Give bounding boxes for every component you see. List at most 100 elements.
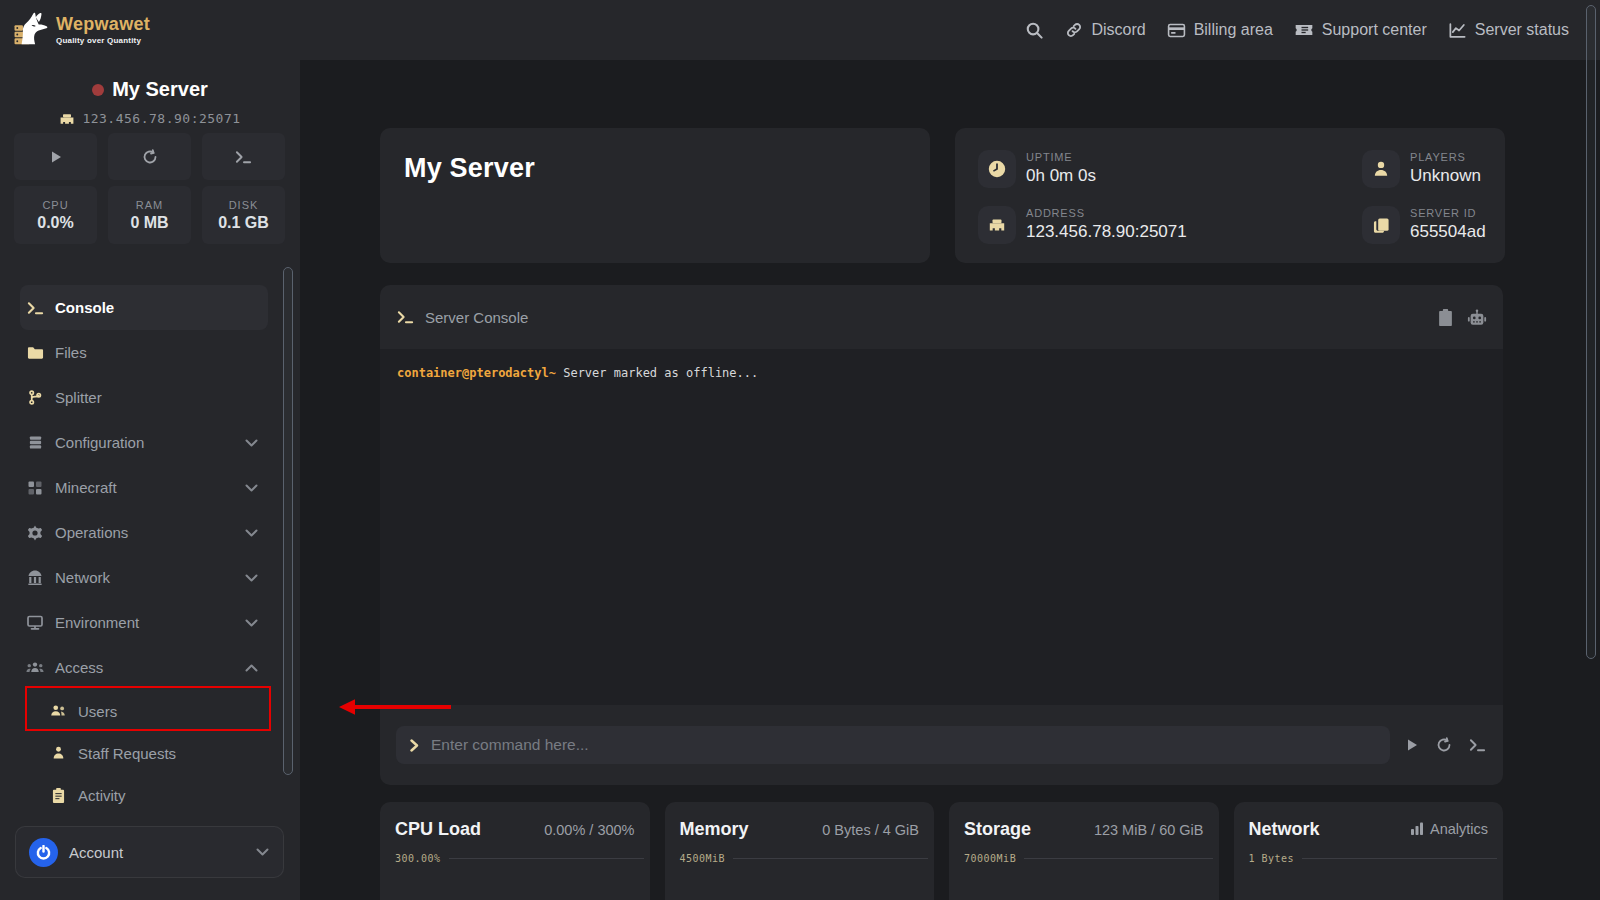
- play-icon: [49, 150, 63, 164]
- chevron-up-icon: [245, 664, 258, 672]
- page-scrollbar[interactable]: [1586, 5, 1596, 659]
- sidebar-item-environment[interactable]: Environment: [20, 600, 268, 645]
- resource-label: CPU: [42, 199, 68, 211]
- layers-icon: [26, 435, 44, 450]
- chart-title: CPU Load: [395, 819, 481, 840]
- monitor-icon: [26, 615, 44, 630]
- account-label: Account: [69, 844, 123, 861]
- command-input[interactable]: Enter command here...: [396, 726, 1390, 764]
- terminal-icon[interactable]: [1469, 738, 1486, 752]
- main-content: My Server UPTIME 0h 0m 0s PLAYERS Unkno: [300, 60, 1600, 900]
- axis-label: 4500MiB: [680, 853, 726, 864]
- sidebar-scrollbar[interactable]: [283, 267, 293, 775]
- gridline: [733, 858, 928, 859]
- console-log-message: Server marked as offline...: [556, 366, 758, 380]
- sidebar-item-label: Splitter: [55, 389, 102, 406]
- axis-label: 1 Bytes: [1249, 853, 1295, 864]
- restart-button[interactable]: [108, 133, 191, 180]
- sidebar-item-label: Configuration: [55, 434, 144, 451]
- info-value: Unknown: [1410, 166, 1481, 186]
- command-placeholder: Enter command here...: [431, 736, 589, 754]
- clock-icon: [978, 150, 1016, 188]
- console-footer: Enter command here...: [380, 705, 1503, 785]
- sidebar-item-minecraft[interactable]: Minecraft: [20, 465, 268, 510]
- sidebar-item-console[interactable]: Console: [20, 285, 268, 330]
- chart-title: Memory: [680, 819, 749, 840]
- resource-ram: RAM 0 MB: [108, 186, 191, 244]
- annotation-highlight-box: [25, 686, 271, 731]
- nav-server-status[interactable]: Server status: [1448, 21, 1569, 40]
- kill-console-button[interactable]: [202, 133, 285, 180]
- brand[interactable]: Wepwawet Quality over Quantity: [0, 7, 150, 53]
- sidebar-item-operations[interactable]: Operations: [20, 510, 268, 555]
- info-label: ADDRESS: [1026, 207, 1187, 219]
- gridline: [1302, 858, 1497, 859]
- console-log-prompt: container@pterodactyl~: [397, 366, 556, 380]
- start-button[interactable]: [14, 133, 97, 180]
- chevron-down-icon: [256, 848, 269, 856]
- sidebar-item-configuration[interactable]: Configuration: [20, 420, 268, 465]
- power-icon: [29, 838, 58, 867]
- terminal-icon: [26, 301, 44, 315]
- console-log[interactable]: container@pterodactyl~ Server marked as …: [380, 349, 1503, 705]
- resource-label: RAM: [136, 199, 163, 211]
- gridline: [449, 858, 644, 859]
- users-group-icon: [26, 661, 44, 675]
- copy-log-icon[interactable]: [1438, 309, 1453, 326]
- sidebar-menu: Console Files Splitter: [0, 285, 300, 816]
- info-address: ADDRESS 123.456.78.90:25071: [978, 206, 1187, 244]
- restart-icon: [142, 149, 158, 165]
- nav-label: Billing area: [1194, 21, 1273, 39]
- nav-support-center[interactable]: Support center: [1294, 20, 1427, 40]
- console-panel: Server Console: [380, 285, 1503, 785]
- gear-icon: [26, 525, 44, 541]
- chevron-down-icon: [245, 529, 258, 537]
- resource-cpu: CPU 0.0%: [14, 186, 97, 244]
- account-menu[interactable]: Account: [15, 826, 284, 878]
- sidebar-item-files[interactable]: Files: [20, 330, 268, 375]
- search-icon[interactable]: [1025, 21, 1044, 40]
- sidebar-item-staff-requests[interactable]: Staff Requests: [20, 732, 268, 774]
- sidebar-item-label: Console: [55, 299, 114, 316]
- chart-limit: 123 MiB / 60 GiB: [1094, 822, 1204, 838]
- nav-discord[interactable]: Discord: [1065, 21, 1145, 39]
- cube-icon: [26, 480, 44, 496]
- info-label: UPTIME: [1026, 151, 1096, 163]
- refresh-icon[interactable]: [1436, 737, 1452, 753]
- stat-charts: CPU Load 0.00% / 300% 300.00% Memory 0 B…: [380, 802, 1503, 900]
- chart-icon: [1448, 21, 1467, 40]
- resource-label: DISK: [229, 199, 259, 211]
- person-icon: [49, 746, 67, 760]
- folder-icon: [26, 346, 44, 360]
- sidebar-item-label: Operations: [55, 524, 128, 541]
- sidebar-item-label: Files: [55, 344, 87, 361]
- sidebar-item-activity[interactable]: Activity: [20, 774, 268, 816]
- server-info-card: UPTIME 0h 0m 0s PLAYERS Unknown: [955, 128, 1505, 263]
- chart-limit: 0.00% / 300%: [544, 822, 634, 838]
- server-name: My Server: [112, 78, 208, 101]
- axis-label: 70000MiB: [964, 853, 1016, 864]
- sidebar-item-splitter[interactable]: Splitter: [20, 375, 268, 420]
- sidebar-item-label: Environment: [55, 614, 139, 631]
- chevron-down-icon: [245, 484, 258, 492]
- nav-label: Server status: [1475, 21, 1569, 39]
- info-value: 655504ad: [1410, 222, 1486, 242]
- brand-tagline: Quality over Quantity: [56, 36, 150, 45]
- analytics-toggle[interactable]: Analytics: [1410, 821, 1488, 837]
- credit-card-icon: [1167, 21, 1186, 40]
- chevron-down-icon: [245, 574, 258, 582]
- sidebar-item-access[interactable]: Access: [20, 645, 268, 690]
- send-play-icon[interactable]: [1405, 738, 1419, 752]
- sidebar-item-network[interactable]: Network: [20, 555, 268, 600]
- bank-icon: [26, 570, 44, 585]
- chevron-down-icon: [245, 439, 258, 447]
- server-controls: [14, 133, 286, 180]
- chart-limit: 0 Bytes / 4 GiB: [822, 822, 919, 838]
- resource-value: 0.1 GB: [218, 214, 269, 232]
- ethernet-icon: [978, 206, 1016, 244]
- page-title: My Server: [404, 153, 930, 184]
- server-title-card: My Server: [380, 128, 930, 263]
- branch-icon: [26, 390, 44, 405]
- nav-billing-area[interactable]: Billing area: [1167, 21, 1273, 40]
- bot-icon[interactable]: [1467, 309, 1487, 326]
